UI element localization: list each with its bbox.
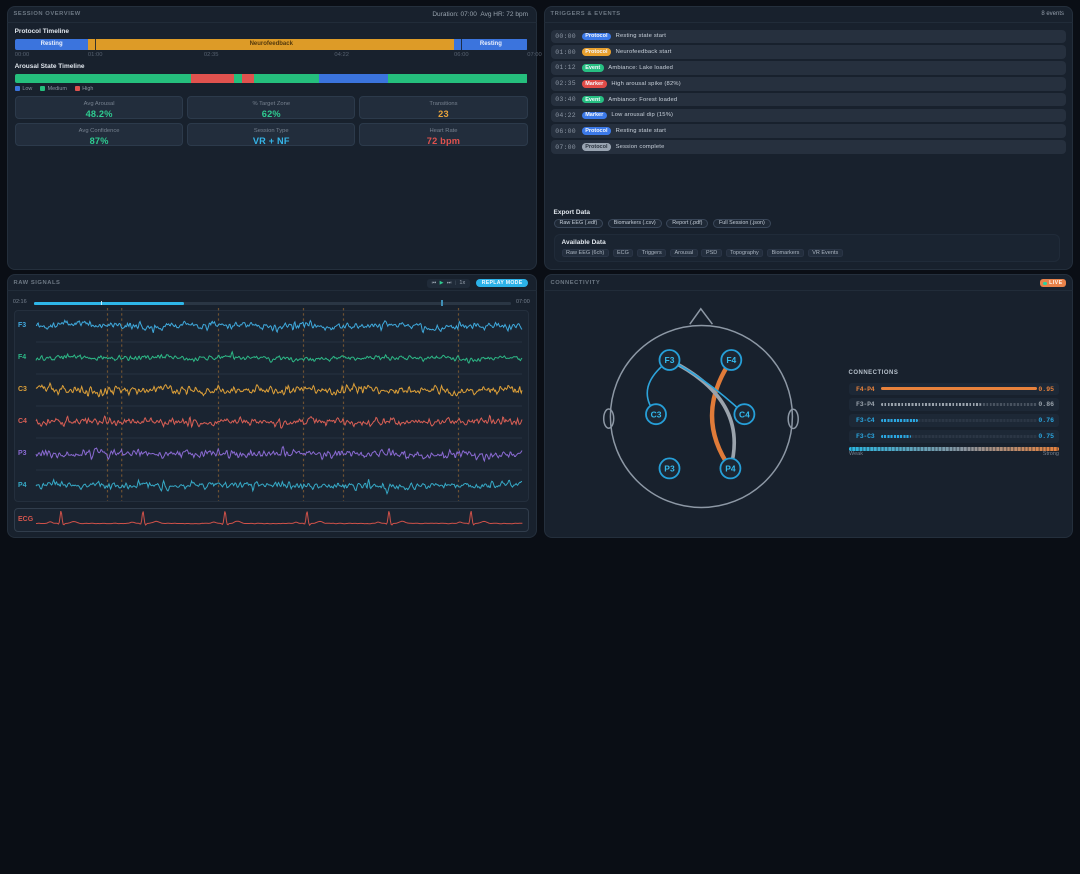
- svg-text:F4: F4: [726, 355, 736, 365]
- svg-text:F3: F3: [665, 355, 675, 365]
- svg-text:C4: C4: [739, 409, 750, 419]
- svg-text:C3: C3: [651, 409, 662, 419]
- svg-text:P3: P3: [664, 463, 675, 473]
- svg-text:P4: P4: [725, 463, 736, 473]
